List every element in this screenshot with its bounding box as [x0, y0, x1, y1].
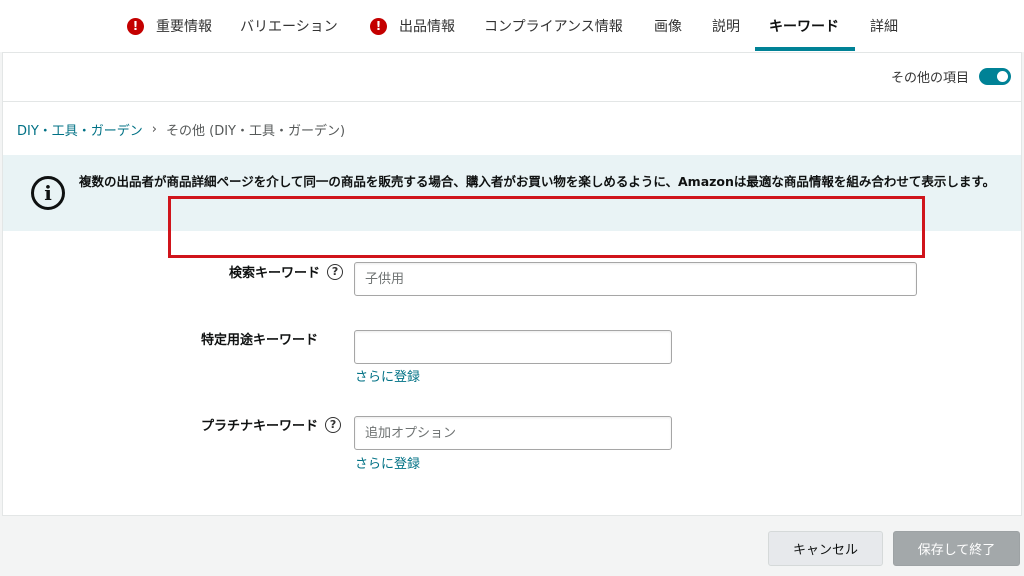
- active-tab-indicator: [755, 47, 855, 51]
- search-keywords-label: 検索キーワード ?: [229, 262, 344, 281]
- intended-use-keywords-label: 特定用途キーワード: [201, 329, 318, 348]
- info-icon: i: [31, 176, 65, 210]
- tab-important-info[interactable]: ! 重要情報: [127, 0, 212, 52]
- more-fields-toggle[interactable]: [979, 68, 1011, 85]
- field-label-text: プラチナキーワード: [201, 419, 319, 434]
- tab-variations[interactable]: バリエーション: [240, 0, 338, 52]
- info-message: 複数の出品者が商品詳細ページを介して同一の商品を販売する場合、購入者がお買い物を…: [79, 174, 996, 189]
- tab-label: 詳細: [870, 19, 898, 35]
- cancel-button[interactable]: キャンセル: [768, 531, 883, 566]
- tab-bar: ! 重要情報 バリエーション ! 出品情報 コンプライアンス情報 画像 説明 キ…: [0, 0, 1024, 52]
- divider: [3, 101, 1021, 102]
- alert-icon: !: [127, 17, 144, 35]
- tab-description[interactable]: 説明: [712, 0, 740, 52]
- breadcrumb-separator-icon: ›: [151, 122, 157, 137]
- alert-icon: !: [370, 17, 387, 35]
- tab-label: 出品情報: [399, 19, 455, 35]
- tab-images[interactable]: 画像: [654, 0, 682, 52]
- breadcrumb-current: その他 (DIY・工具・ガーデン): [166, 124, 346, 139]
- platinum-keywords-input[interactable]: [354, 416, 672, 450]
- help-icon[interactable]: ?: [325, 416, 342, 433]
- breadcrumb: DIY・工具・ガーデン › その他 (DIY・工具・ガーデン): [17, 120, 345, 139]
- platinum-keywords-label: プラチナキーワード ?: [201, 415, 342, 434]
- save-and-finish-button[interactable]: 保存して終了: [893, 531, 1020, 566]
- tab-label: コンプライアンス情報: [484, 19, 623, 35]
- tab-label: バリエーション: [240, 19, 338, 35]
- highlight-box: [168, 196, 925, 258]
- help-icon[interactable]: ?: [327, 263, 344, 280]
- platinum-more-link[interactable]: さらに登録: [355, 453, 420, 472]
- breadcrumb-parent-link[interactable]: DIY・工具・ガーデン: [17, 120, 143, 139]
- toggle-label: その他の項目: [890, 71, 969, 86]
- search-keywords-input[interactable]: [354, 262, 917, 296]
- field-label-text: 特定用途キーワード: [201, 333, 319, 348]
- tab-label: 説明: [712, 19, 740, 35]
- field-label-text: 検索キーワード: [229, 266, 321, 281]
- tab-label: 画像: [654, 19, 682, 35]
- tab-keywords[interactable]: キーワード: [769, 0, 839, 52]
- tab-compliance[interactable]: コンプライアンス情報: [484, 0, 623, 52]
- tab-label: 重要情報: [156, 19, 212, 35]
- tab-details[interactable]: 詳細: [870, 0, 898, 52]
- intended-use-more-link[interactable]: さらに登録: [355, 366, 420, 385]
- more-fields-toggle-row: その他の項目: [891, 67, 1011, 86]
- tab-offer[interactable]: ! 出品情報: [370, 0, 455, 52]
- intended-use-keywords-input[interactable]: [354, 330, 672, 364]
- tab-label: キーワード: [769, 19, 839, 35]
